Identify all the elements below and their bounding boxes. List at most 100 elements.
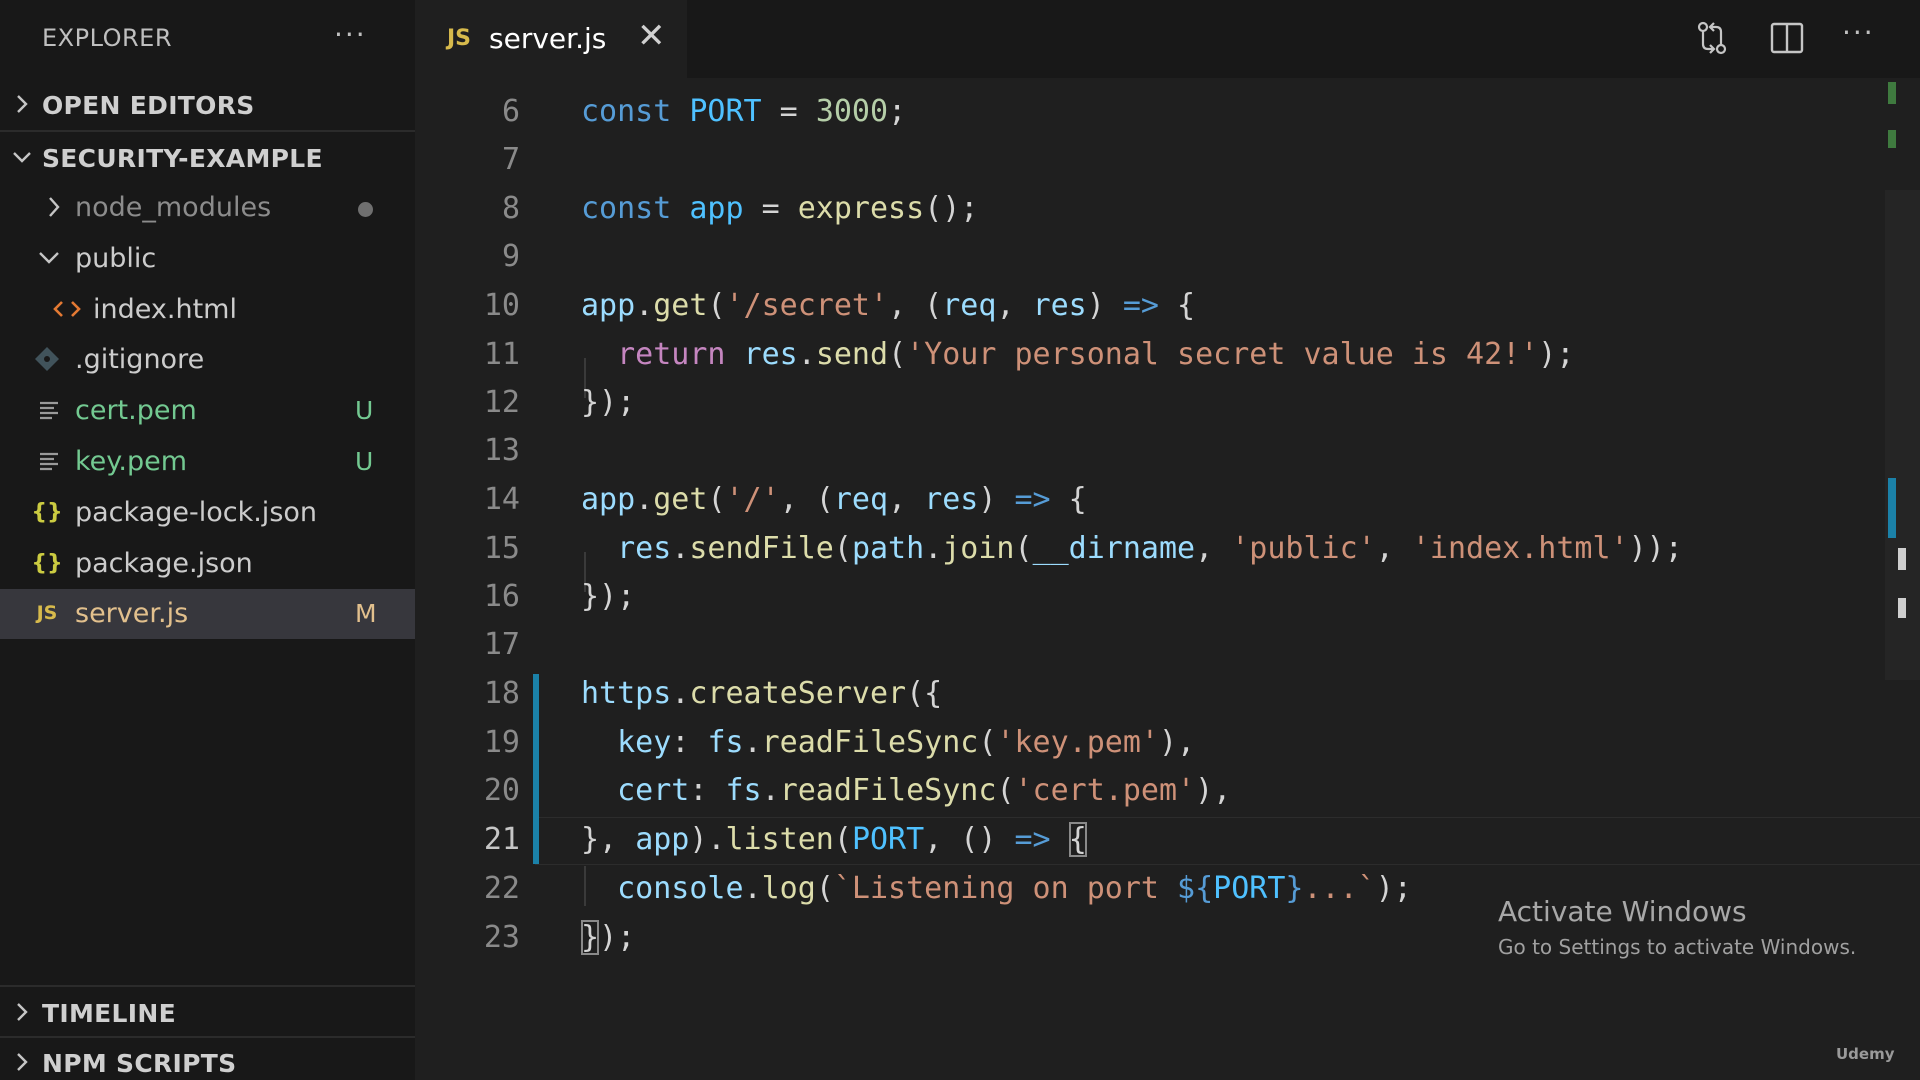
code-line: 9 [415, 233, 1920, 281]
tree-item-node-modules[interactable]: node_modules [0, 183, 415, 233]
line-number: 6 [501, 94, 520, 129]
git-status-badge: U [355, 396, 374, 425]
activate-windows-subtitle: Go to Settings to activate Windows. [1498, 935, 1857, 959]
code-line: 10 app.get('/secret', (req, res) => { [415, 282, 1920, 330]
git-file-icon [35, 347, 59, 371]
line-number: 13 [483, 433, 520, 468]
tree-item-index-html[interactable]: index.html [0, 285, 415, 335]
line-number: 9 [501, 239, 520, 274]
code-line: 20 cert: fs.readFileSync('cert.pem'), [415, 767, 1920, 815]
section-open-editors[interactable]: OPEN EDITORS [0, 80, 415, 130]
code-line: 12 }); [415, 379, 1920, 427]
line-number: 8 [501, 191, 520, 226]
compare-changes-icon[interactable] [1692, 18, 1732, 58]
ruler-added-mark [1888, 82, 1896, 104]
editor-tab-bar: JS server.js ✕ ··· [415, 0, 1920, 78]
tree-item-label: package-lock.json [75, 497, 318, 528]
tree-item-package-lock-json[interactable]: {} package-lock.json [0, 488, 415, 538]
tree-item-label: key.pem [75, 446, 188, 477]
text-file-icon [40, 401, 58, 420]
close-icon[interactable]: ✕ [637, 16, 666, 56]
tree-item-gitignore[interactable]: .gitignore [0, 335, 415, 385]
ruler-cursor-mark [1898, 598, 1906, 618]
line-number: 23 [483, 920, 520, 955]
js-file-icon: JS [447, 26, 472, 51]
code-line: 7 [415, 136, 1920, 184]
section-label: SECURITY-EXAMPLE [42, 144, 323, 173]
section-label: TIMELINE [42, 999, 176, 1028]
code-text: key: fs.readFileSync('key.pem'), [617, 725, 1196, 760]
code-text: res.sendFile(path.join(__dirname, 'publi… [617, 531, 1683, 566]
code-text: app.get('/secret', (req, res) => { [581, 288, 1196, 323]
explorer-more-actions-icon[interactable]: ··· [334, 18, 367, 51]
line-number: 17 [483, 627, 520, 662]
matched-bracket: } [581, 920, 600, 955]
line-number: 18 [483, 676, 520, 711]
code-text: }); [581, 385, 636, 420]
code-text: const app = express(); [581, 191, 979, 226]
section-label: NPM SCRIPTS [42, 1049, 237, 1078]
code-text: return res.send('Your personal secret va… [617, 337, 1575, 372]
html-file-icon [53, 301, 81, 317]
line-number: 15 [483, 531, 520, 566]
js-file-icon: JS [36, 602, 58, 624]
git-status-badge: M [355, 599, 377, 628]
explorer-sidebar: EXPLORER ··· OPEN EDITORS SECURITY-EXAMP… [0, 0, 415, 1080]
code-line: 19 key: fs.readFileSync('key.pem'), [415, 719, 1920, 767]
chevron-right-icon [49, 197, 60, 217]
chevron-right-icon [17, 1053, 28, 1071]
line-number: 16 [483, 579, 520, 614]
udemy-logo: Udemy [1836, 1045, 1895, 1063]
section-label: OPEN EDITORS [42, 91, 255, 120]
matched-bracket: { [1068, 822, 1087, 857]
chevron-right-icon [17, 95, 28, 113]
code-text: app.get('/', (req, res) => { [581, 482, 1087, 517]
section-divider [0, 985, 415, 987]
code-line: 14 app.get('/', (req, res) => { [415, 476, 1920, 524]
line-number: 14 [483, 482, 520, 517]
tree-item-key-pem[interactable]: key.pem U [0, 437, 415, 487]
tree-item-label: .gitignore [75, 344, 205, 375]
tree-item-label: package.json [75, 548, 253, 579]
line-number: 12 [483, 385, 520, 420]
line-number: 19 [483, 725, 520, 760]
explorer-header: EXPLORER ··· [0, 0, 415, 78]
tree-item-label: server.js [75, 598, 189, 629]
code-line: 18 https.createServer({ [415, 670, 1920, 718]
json-file-icon: {} [31, 550, 63, 576]
tab-server-js[interactable]: JS server.js ✕ [415, 0, 687, 78]
tree-item-server-js[interactable]: JS server.js M [0, 589, 415, 639]
more-actions-icon[interactable]: ··· [1842, 16, 1875, 49]
tree-item-package-json[interactable]: {} package.json [0, 539, 415, 589]
tree-item-label: public [75, 243, 157, 274]
code-line: 16 }); [415, 573, 1920, 621]
activate-windows-title: Activate Windows [1498, 895, 1747, 928]
chevron-right-icon [17, 1003, 28, 1021]
ruler-modified-mark [1888, 478, 1896, 538]
section-npm-scripts[interactable]: NPM SCRIPTS [0, 1038, 415, 1080]
section-timeline[interactable]: TIMELINE [0, 988, 415, 1038]
json-file-icon: {} [31, 499, 63, 525]
tree-item-cert-pem[interactable]: cert.pem U [0, 386, 415, 436]
text-file-icon [40, 452, 58, 471]
explorer-title: EXPLORER [42, 24, 172, 52]
section-project[interactable]: SECURITY-EXAMPLE [0, 133, 415, 183]
code-text: console.log(`Listening on port ${PORT}..… [617, 871, 1412, 906]
git-ignored-dot [358, 202, 373, 217]
code-text: https.createServer({ [581, 676, 943, 711]
code-line: 8 const app = express(); [415, 185, 1920, 233]
ruler-cursor-mark [1898, 548, 1906, 570]
code-line: 15 res.sendFile(path.join(__dirname, 'pu… [415, 525, 1920, 573]
git-status-badge: U [355, 447, 374, 476]
section-divider [0, 130, 415, 132]
line-number: 11 [483, 337, 520, 372]
code-text: }); [581, 920, 636, 955]
split-editor-icon[interactable] [1767, 18, 1807, 58]
chevron-down-icon [13, 152, 31, 163]
tree-item-public[interactable]: public [0, 234, 415, 284]
line-number: 10 [483, 288, 520, 323]
line-number: 7 [501, 142, 520, 177]
line-number: 22 [483, 871, 520, 906]
code-editor[interactable]: 6 const PORT = 3000; 7 8 const app = exp… [415, 78, 1920, 1080]
tree-item-label: cert.pem [75, 395, 197, 426]
